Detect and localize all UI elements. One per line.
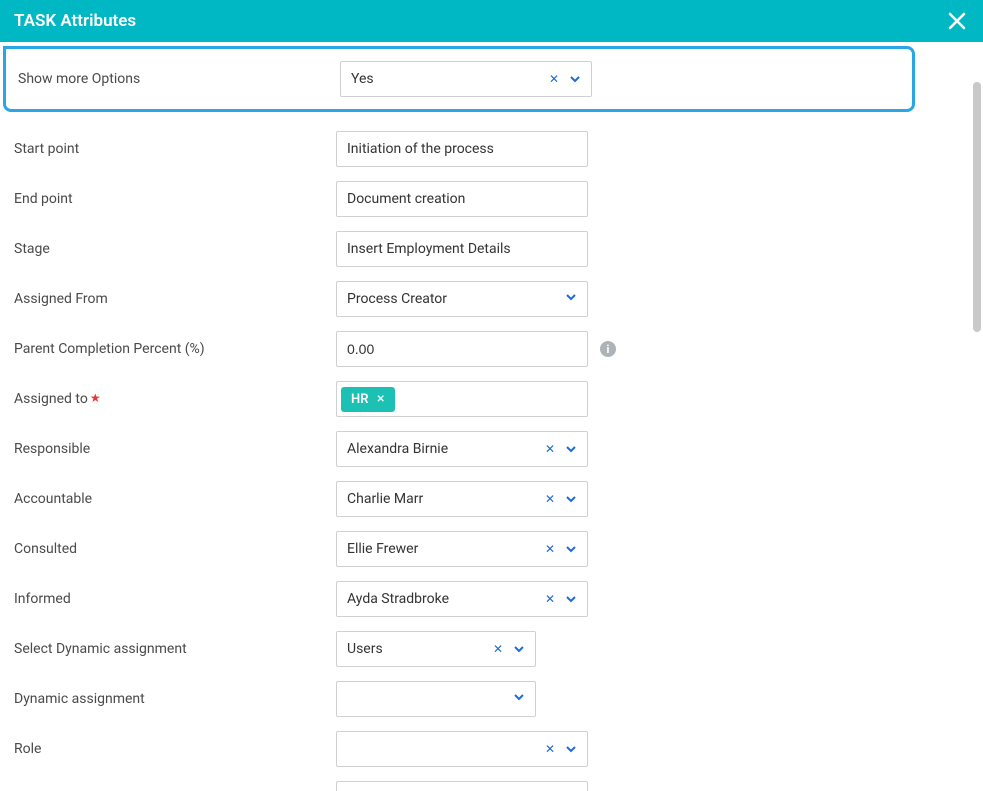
stage-row: Stage Insert Employment Details (0, 224, 918, 274)
accountable-combo[interactable]: Charlie Marr ✕ (336, 481, 588, 517)
panel-title: TASK Attributes (14, 11, 136, 31)
chevron-down-icon[interactable] (565, 443, 577, 455)
show-more-options-control: Yes ✕ (340, 61, 592, 97)
select-dynamic-row: Select Dynamic assignment Users ✕ (0, 624, 918, 674)
titlebar: TASK Attributes (0, 0, 983, 42)
clear-x-icon[interactable]: ✕ (547, 73, 561, 85)
exception-assignees-row: Exception Assignees (0, 774, 918, 791)
stage-input[interactable]: Insert Employment Details (336, 231, 588, 267)
combo-value: Charlie Marr (347, 491, 543, 507)
exception-assignees-input[interactable] (336, 781, 588, 791)
role-row: Role ✕ (0, 724, 918, 774)
end-point-input[interactable]: Document creation (336, 181, 588, 217)
role-combo[interactable]: ✕ (336, 731, 588, 767)
end-point-label: End point (14, 191, 336, 207)
chevron-down-icon[interactable] (565, 593, 577, 605)
dynamic-assignment-label: Dynamic assignment (14, 691, 336, 707)
task-attributes-panel: TASK Attributes Show more Options Yes ✕ (0, 0, 983, 791)
informed-label: Informed (14, 591, 336, 607)
combo-value: Ellie Frewer (347, 541, 543, 557)
tag-label: HR (351, 392, 368, 407)
responsible-row: Responsible Alexandra Birnie ✕ (0, 424, 918, 474)
accountable-row: Accountable Charlie Marr ✕ (0, 474, 918, 524)
chevron-down-icon[interactable] (569, 73, 581, 85)
parent-completion-row: Parent Completion Percent (%) i (0, 324, 918, 374)
form-area: Show more Options Yes ✕ Start point (0, 42, 918, 791)
combo-value: Yes (351, 71, 547, 87)
chevron-down-icon[interactable] (513, 643, 525, 655)
dynamic-assignment-select[interactable] (336, 681, 536, 717)
parent-completion-input[interactable] (336, 331, 588, 367)
clear-x-icon[interactable]: ✕ (543, 543, 557, 555)
show-more-options-row: Show more Options Yes ✕ (3, 46, 915, 112)
start-point-row: Start point Initiation of the process (0, 124, 918, 174)
info-icon[interactable]: i (600, 341, 616, 357)
chevron-down-icon[interactable] (565, 291, 577, 307)
informed-row: Informed Ayda Stradbroke ✕ (0, 574, 918, 624)
chevron-down-icon[interactable] (513, 691, 525, 707)
select-dynamic-label: Select Dynamic assignment (14, 641, 336, 657)
responsible-combo[interactable]: Alexandra Birnie ✕ (336, 431, 588, 467)
consulted-row: Consulted Ellie Frewer ✕ (0, 524, 918, 574)
assignee-tag: HR ✕ (341, 387, 395, 412)
clear-x-icon[interactable]: ✕ (543, 443, 557, 455)
end-point-row: End point Document creation (0, 174, 918, 224)
start-point-input[interactable]: Initiation of the process (336, 131, 588, 167)
label-text: Assigned to (14, 391, 88, 407)
consulted-label: Consulted (14, 541, 336, 557)
responsible-label: Responsible (14, 441, 336, 457)
consulted-combo[interactable]: Ellie Frewer ✕ (336, 531, 588, 567)
chevron-down-icon[interactable] (565, 493, 577, 505)
dynamic-assignment-row: Dynamic assignment (0, 674, 918, 724)
input-value: Insert Employment Details (347, 241, 511, 257)
vertical-scrollbar[interactable] (969, 42, 983, 791)
form-body: Show more Options Yes ✕ Start point (0, 42, 983, 791)
assigned-to-row: Assigned to★ HR ✕ (0, 374, 918, 424)
assigned-to-tagbox[interactable]: HR ✕ (336, 381, 588, 417)
stage-label: Stage (14, 241, 336, 257)
assigned-from-select[interactable]: Process Creator (336, 281, 588, 317)
combo-value: Alexandra Birnie (347, 441, 543, 457)
combo-value: Users (347, 641, 491, 657)
scrollbar-thumb[interactable] (973, 82, 981, 332)
close-icon (945, 9, 969, 33)
input-value: Initiation of the process (347, 141, 494, 157)
close-button[interactable] (945, 9, 969, 33)
start-point-label: Start point (14, 141, 336, 157)
show-more-options-combo[interactable]: Yes ✕ (340, 61, 592, 97)
clear-x-icon[interactable]: ✕ (543, 593, 557, 605)
assigned-from-row: Assigned From Process Creator (0, 274, 918, 324)
chevron-down-icon[interactable] (565, 743, 577, 755)
clear-x-icon[interactable]: ✕ (491, 643, 505, 655)
clear-x-icon[interactable]: ✕ (543, 743, 557, 755)
show-more-options-label: Show more Options (18, 71, 340, 87)
assigned-to-label: Assigned to★ (14, 391, 336, 407)
parent-completion-label: Parent Completion Percent (%) (14, 341, 336, 357)
chevron-down-icon[interactable] (565, 543, 577, 555)
clear-x-icon[interactable]: ✕ (543, 493, 557, 505)
informed-combo[interactable]: Ayda Stradbroke ✕ (336, 581, 588, 617)
select-value: Process Creator (347, 291, 447, 307)
combo-value: Ayda Stradbroke (347, 591, 543, 607)
input-value: Document creation (347, 191, 465, 207)
input-value[interactable] (347, 332, 577, 366)
tag-remove-icon[interactable]: ✕ (376, 394, 384, 405)
input-value[interactable] (347, 782, 577, 791)
assigned-from-label: Assigned From (14, 291, 336, 307)
role-label: Role (14, 741, 336, 757)
select-dynamic-combo[interactable]: Users ✕ (336, 631, 536, 667)
required-star-icon: ★ (90, 391, 101, 405)
accountable-label: Accountable (14, 491, 336, 507)
